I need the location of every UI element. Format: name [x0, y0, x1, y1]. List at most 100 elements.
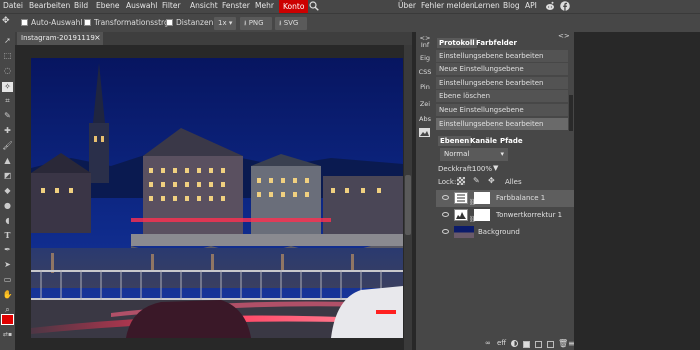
tab-ebenen[interactable]: Ebenen [438, 136, 472, 146]
opacity-dropdown-icon[interactable]: ▼ [493, 164, 498, 172]
opacity-label: Deckkraft: [438, 165, 475, 173]
shape-tool-icon[interactable]: ▭ [2, 275, 13, 285]
history-scrollbar[interactable] [569, 95, 573, 131]
close-tab-icon[interactable]: × [94, 33, 101, 42]
toolbar: ➚ ⬚ ◌ ✧ ⌗ ✎ ✚ 🖌 ▲ ◩ ◆ ● ◖ T ✒ ➤ ▭ ✋ ⌕ ⇄▪ [0, 32, 15, 350]
lock-move-icon[interactable]: ✥ [488, 176, 495, 185]
history-item[interactable]: Einstellungsebene bearbeiten [436, 77, 568, 90]
canvas-image[interactable] [31, 58, 403, 338]
tab-pfade[interactable]: Pfade [500, 136, 523, 146]
history-item-active[interactable]: Einstellungsebene bearbeiten [436, 118, 568, 131]
eye-icon[interactable] [442, 195, 449, 200]
lock-brush-icon[interactable]: ✎ [473, 176, 480, 185]
layer-name: Background [478, 228, 520, 236]
options-bar: ✥ Auto-Auswahl Transformationsstrg. Dist… [0, 13, 700, 32]
menu-konto[interactable]: Konto [279, 0, 309, 13]
menu-fehler-melden[interactable]: Fehler melden [421, 1, 475, 10]
distances-label: Distanzen [176, 18, 214, 27]
lock-transparency-icon[interactable] [457, 177, 465, 185]
layer-mask-thumbnail[interactable] [474, 209, 490, 221]
history-item[interactable]: Neue Einstellungsebene [436, 104, 568, 117]
magic-wand-tool-icon[interactable]: ✧ [2, 82, 13, 92]
menu-fenster[interactable]: Fenster [222, 1, 250, 10]
history-item[interactable]: Einstellungsebene bearbeiten [436, 50, 568, 63]
layer-effects-label[interactable]: eff [497, 339, 506, 347]
path-select-tool-icon[interactable]: ➤ [2, 260, 13, 270]
eye-icon[interactable] [442, 212, 449, 217]
foreground-color-swatch[interactable] [1, 314, 14, 325]
opacity-value[interactable]: 100% [472, 165, 492, 173]
move-tool-icon[interactable]: ➚ [2, 36, 13, 46]
menu-ueber[interactable]: Über [398, 1, 416, 10]
side-tab-properties[interactable]: Eig [416, 52, 434, 64]
export-png-button[interactable]: ⭳ PNG [240, 17, 272, 30]
menu-blog[interactable]: Blog [503, 1, 520, 10]
crop-tool-icon[interactable]: ⌗ [2, 96, 13, 106]
layer-row[interactable]: Background [436, 224, 574, 241]
dodge-tool-icon[interactable]: ◖ [2, 216, 13, 226]
distances-checkbox[interactable] [166, 19, 173, 26]
layer-row[interactable]: ⛓ Farbbalance 1 [436, 190, 574, 207]
reddit-icon[interactable] [545, 1, 555, 11]
lasso-tool-icon[interactable]: ◌ [2, 66, 13, 76]
swap-colors-icon[interactable]: ⇄▪ [2, 330, 13, 340]
blend-mode-select[interactable]: Normal ▾ [440, 148, 508, 161]
menu-ansicht[interactable]: Ansicht [190, 1, 218, 10]
menu-ebene[interactable]: Ebene [96, 1, 119, 10]
tab-kanaele[interactable]: Kanäle [470, 136, 497, 146]
history-item[interactable]: Ebene löschen [436, 90, 568, 103]
link-layers-icon[interactable]: ∞ [485, 339, 491, 347]
zoom-select[interactable]: 1x ▾ [214, 17, 236, 30]
hand-tool-icon[interactable]: ✋ [2, 290, 13, 300]
mask-icon[interactable] [523, 341, 530, 348]
blur-tool-icon[interactable]: ● [2, 201, 13, 211]
collapse-panels-icon[interactable]: <> [558, 32, 570, 40]
fill-tool-icon[interactable]: ◆ [2, 186, 13, 196]
tab-protokoll[interactable]: Protokoll [437, 38, 477, 48]
text-tool-icon[interactable]: T [2, 230, 13, 240]
menu-mehr[interactable]: Mehr [255, 1, 274, 10]
image-icon[interactable] [419, 128, 430, 137]
menu-filter[interactable]: Filter [162, 1, 181, 10]
export-svg-button[interactable]: ⭳ SVG [275, 17, 307, 30]
eraser-tool-icon[interactable]: ◩ [2, 171, 13, 181]
lock-label: Lock: [438, 178, 457, 186]
folder-icon[interactable] [535, 341, 542, 348]
new-layer-icon[interactable] [547, 341, 554, 348]
eye-icon[interactable] [442, 229, 449, 234]
menu-bild[interactable]: Bild [74, 1, 88, 10]
menu-datei[interactable]: Datei [3, 1, 23, 10]
adjustment-icon [454, 192, 468, 204]
transform-controls-checkbox[interactable] [84, 19, 91, 26]
auto-select-checkbox[interactable] [21, 19, 28, 26]
layer-mask-thumbnail[interactable] [474, 192, 490, 204]
menu-api[interactable]: API [525, 1, 537, 10]
pen-tool-icon[interactable]: ✒ [2, 245, 13, 255]
stamp-tool-icon[interactable]: ▲ [2, 156, 13, 166]
marquee-tool-icon[interactable]: ⬚ [2, 51, 13, 61]
tab-farbfelder[interactable]: Farbfelder [476, 38, 517, 48]
side-tab-info[interactable]: Inf [416, 39, 434, 51]
menu-auswahl[interactable]: Auswahl [126, 1, 157, 10]
trash-icon[interactable]: 🗑 [558, 339, 568, 348]
side-tab-character[interactable]: Zei [416, 98, 434, 110]
eyedropper-tool-icon[interactable]: ✎ [2, 111, 13, 121]
scrollbar-thumb[interactable] [405, 175, 411, 235]
history-item[interactable]: Neue Einstellungsebene [436, 63, 568, 76]
more-icon[interactable]: ≡ [568, 339, 575, 348]
search-icon[interactable] [309, 1, 319, 11]
vertical-scrollbar[interactable] [404, 45, 412, 350]
lock-all-label[interactable]: Alles [505, 178, 522, 186]
layer-row[interactable]: ⛓ Tonwertkorrektur 1 [436, 207, 574, 224]
side-tab-css[interactable]: CSS [416, 66, 434, 78]
menu-bearbeiten[interactable]: Bearbeiten [29, 1, 70, 10]
healing-tool-icon[interactable]: ✚ [2, 126, 13, 136]
adjustment-layer-icon[interactable] [511, 340, 518, 347]
document-tab[interactable]: Instagram-20191119 [17, 32, 103, 45]
menu-lernen[interactable]: Lernen [474, 1, 500, 10]
side-tab-brush[interactable]: Pin [416, 81, 434, 93]
layer-thumbnail [454, 226, 474, 238]
brush-tool-icon[interactable]: 🖌 [2, 141, 13, 151]
facebook-icon[interactable] [560, 1, 570, 11]
side-tab-paragraph[interactable]: Abs [416, 113, 434, 125]
